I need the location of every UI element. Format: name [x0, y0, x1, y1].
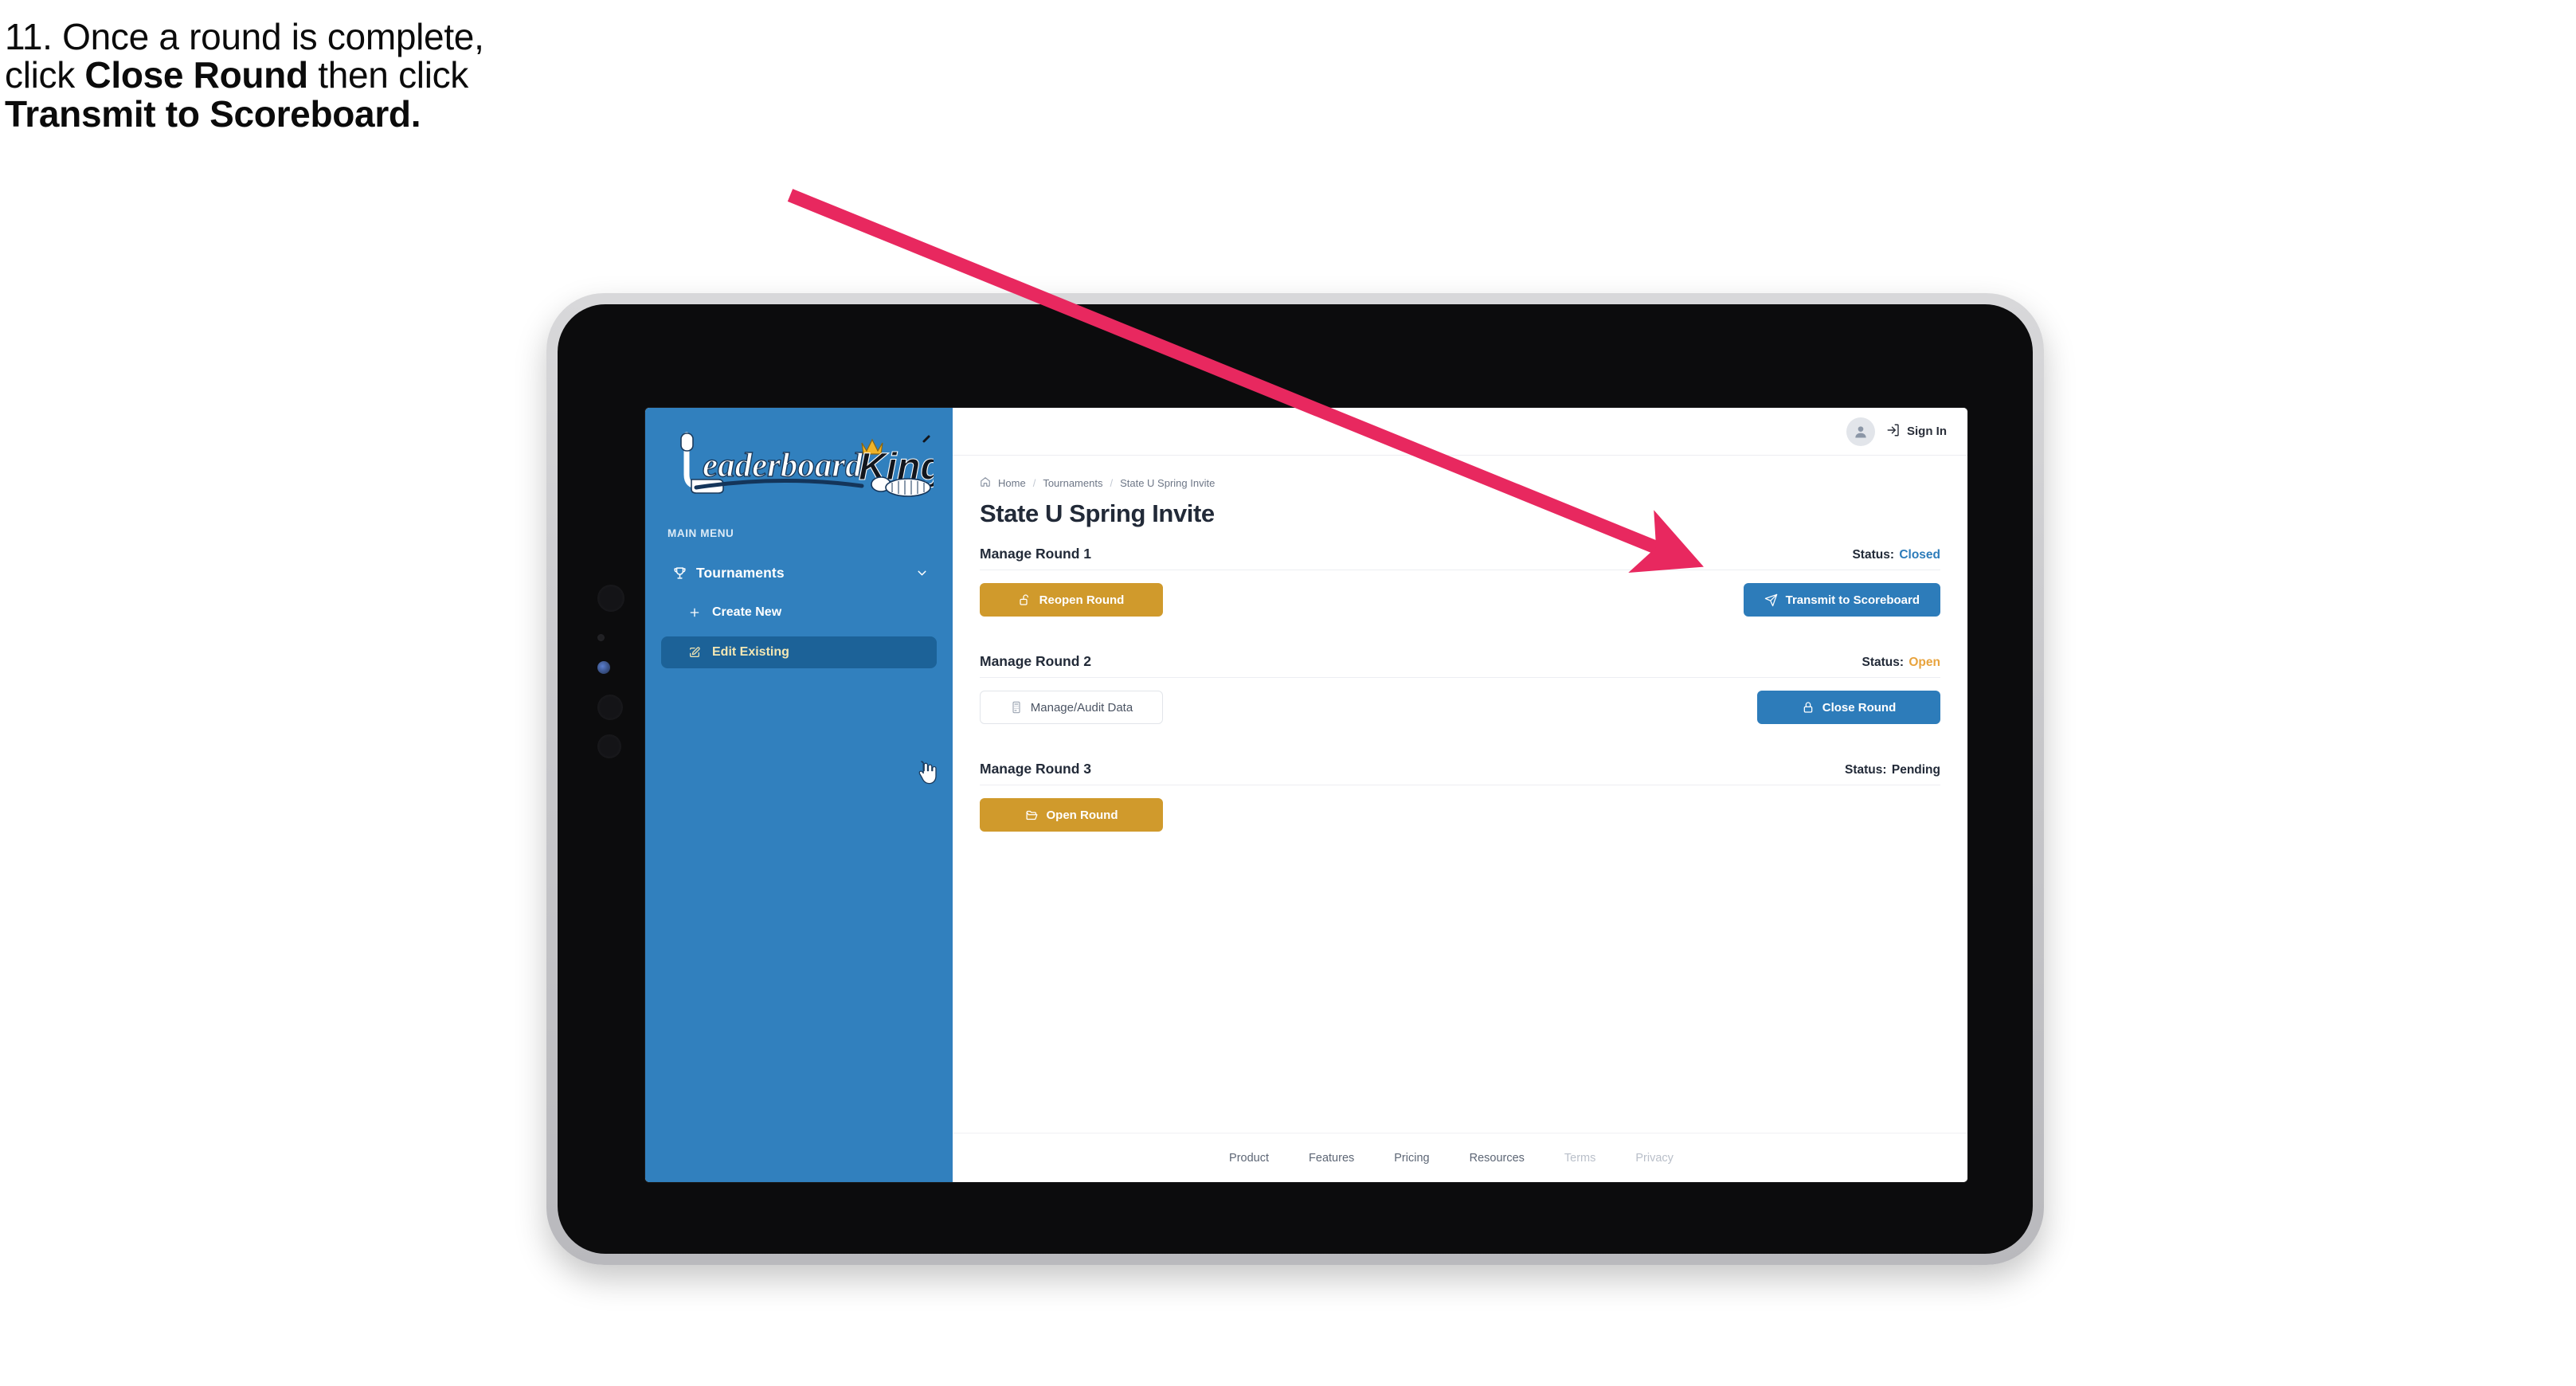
- breadcrumb: Home / Tournaments / State U Spring Invi…: [980, 476, 1940, 490]
- main-content: Sign In Home / Tournaments / State U Spr…: [953, 408, 1967, 1182]
- calculator-icon: [1010, 701, 1023, 714]
- login-arrow-icon: [1886, 423, 1901, 440]
- instruction-transmit-emphasis: Transmit to Scoreboard.: [5, 92, 421, 135]
- reopen-round-label: Reopen Round: [1039, 593, 1125, 607]
- page-content: Home / Tournaments / State U Spring Invi…: [953, 456, 1967, 1133]
- instruction-close-round-emphasis: Close Round: [84, 54, 308, 96]
- round-2-status: Status: Open: [1862, 656, 1940, 670]
- instruction-caption: 11. Once a round is complete, click Clos…: [5, 18, 849, 133]
- chevron-down-icon[interactable]: [915, 566, 929, 580]
- round-3-status-value: Pending: [1891, 763, 1940, 777]
- round-1-header: Manage Round 1 Status: Closed: [980, 546, 1940, 570]
- round-1-title: Manage Round 1: [980, 546, 1092, 562]
- sign-in-button[interactable]: Sign In: [1886, 423, 1947, 440]
- round-2-title: Manage Round 2: [980, 653, 1092, 669]
- leaderboardking-logo[interactable]: eaderboard King: [664, 430, 934, 503]
- screenshot-root: 11. Once a round is complete, click Clos…: [0, 0, 2576, 1386]
- app-screen: eaderboard King: [645, 408, 1967, 1182]
- open-round-button[interactable]: Open Round: [980, 798, 1163, 832]
- tablet-proximity-sensor: [597, 734, 621, 758]
- paper-plane-icon: [1764, 593, 1778, 607]
- round-section-1: Manage Round 1 Status: Closed Reopen Rou…: [980, 546, 1940, 647]
- svg-text:eaderboard: eaderboard: [703, 447, 863, 484]
- logo-graphic: eaderboard King: [680, 432, 934, 497]
- round-1-actions: Reopen Round Transmit to Scoreboard: [980, 583, 1940, 647]
- tablet-bezel: eaderboard King: [558, 304, 2033, 1254]
- round-2-status-label: Status:: [1862, 656, 1905, 669]
- round-2-status-value: Open: [1909, 656, 1940, 669]
- folder-open-icon: [1025, 808, 1039, 822]
- round-1-status: Status: Closed: [1852, 548, 1940, 562]
- round-section-2: Manage Round 2 Status: Open Manage/Audit…: [980, 653, 1940, 754]
- manage-audit-data-button[interactable]: Manage/Audit Data: [980, 691, 1163, 724]
- sidebar-item-edit-existing-label: Edit Existing: [712, 645, 789, 659]
- round-3-header: Manage Round 3 Status: Pending: [980, 761, 1940, 785]
- open-round-label: Open Round: [1046, 808, 1118, 822]
- breadcrumb-item-current: State U Spring Invite: [1120, 477, 1216, 489]
- round-1-status-label: Status:: [1852, 548, 1894, 562]
- sidebar-item-create-new[interactable]: Create New: [661, 597, 937, 628]
- sidebar-item-tournaments-label: Tournaments: [696, 564, 785, 581]
- instruction-line-1: 11. Once a round is complete,: [5, 16, 484, 57]
- tablet-device-frame: eaderboard King: [546, 293, 2044, 1265]
- round-3-actions: Open Round: [980, 798, 1940, 862]
- tablet-ambient-sensor: [597, 695, 623, 720]
- round-1-status-value: Closed: [1899, 548, 1940, 562]
- tablet-camera-sensor: [597, 585, 624, 612]
- sidebar-item-tournaments[interactable]: Tournaments: [661, 557, 937, 589]
- topbar: Sign In: [953, 408, 1967, 456]
- lock-icon: [1802, 701, 1815, 714]
- transmit-to-scoreboard-button[interactable]: Transmit to Scoreboard: [1743, 583, 1940, 617]
- tablet-microphone-sensor: [597, 634, 605, 641]
- round-section-3: Manage Round 3 Status: Pending Open Roun…: [980, 761, 1940, 862]
- edit-square-icon: [685, 646, 704, 659]
- instruction-line-2: click Close Round then click: [5, 56, 849, 94]
- manage-audit-data-label: Manage/Audit Data: [1030, 700, 1133, 715]
- footer-link-resources[interactable]: Resources: [1470, 1152, 1525, 1165]
- footer-link-privacy[interactable]: Privacy: [1635, 1152, 1674, 1165]
- footer-link-terms[interactable]: Terms: [1564, 1152, 1595, 1165]
- sidebar-section-label: MAIN MENU: [667, 527, 734, 539]
- close-round-label: Close Round: [1822, 700, 1897, 715]
- breadcrumb-separator: /: [1032, 477, 1036, 489]
- sidebar: eaderboard King: [645, 408, 953, 1182]
- instruction-line-2-post: then click: [307, 54, 469, 96]
- reopen-round-button[interactable]: Reopen Round: [980, 583, 1163, 617]
- trophy-icon: [669, 564, 690, 581]
- round-3-status: Status: Pending: [1845, 763, 1940, 777]
- sidebar-item-create-new-label: Create New: [712, 605, 782, 619]
- footer-link-features[interactable]: Features: [1309, 1152, 1354, 1165]
- user-avatar-icon[interactable]: [1846, 417, 1875, 446]
- page-title: State U Spring Invite: [980, 499, 1215, 527]
- round-2-actions: Manage/Audit Data Close Round: [980, 691, 1940, 754]
- instruction-line-3: Transmit to Scoreboard.: [5, 92, 849, 135]
- breadcrumb-separator: /: [1110, 477, 1114, 489]
- sign-in-label: Sign In: [1907, 425, 1947, 438]
- unlock-icon: [1019, 593, 1032, 606]
- footer: Product Features Pricing Resources Terms…: [953, 1133, 1967, 1182]
- breadcrumb-item-home[interactable]: Home: [998, 477, 1026, 489]
- mouse-cursor-pointer: [916, 760, 937, 785]
- plus-icon: [685, 606, 704, 619]
- sidebar-item-edit-existing[interactable]: Edit Existing: [661, 636, 937, 668]
- round-3-status-label: Status:: [1845, 763, 1887, 777]
- close-round-button[interactable]: Close Round: [1757, 691, 1940, 724]
- transmit-to-scoreboard-label: Transmit to Scoreboard: [1785, 593, 1920, 607]
- round-3-title: Manage Round 3: [980, 761, 1092, 777]
- round-2-header: Manage Round 2 Status: Open: [980, 653, 1940, 678]
- footer-link-product[interactable]: Product: [1229, 1152, 1269, 1165]
- breadcrumb-item-tournaments[interactable]: Tournaments: [1043, 477, 1102, 489]
- footer-link-pricing[interactable]: Pricing: [1394, 1152, 1429, 1165]
- tablet-indicator-led: [597, 661, 610, 674]
- home-icon[interactable]: [980, 476, 991, 490]
- instruction-line-2-pre: click: [5, 54, 85, 96]
